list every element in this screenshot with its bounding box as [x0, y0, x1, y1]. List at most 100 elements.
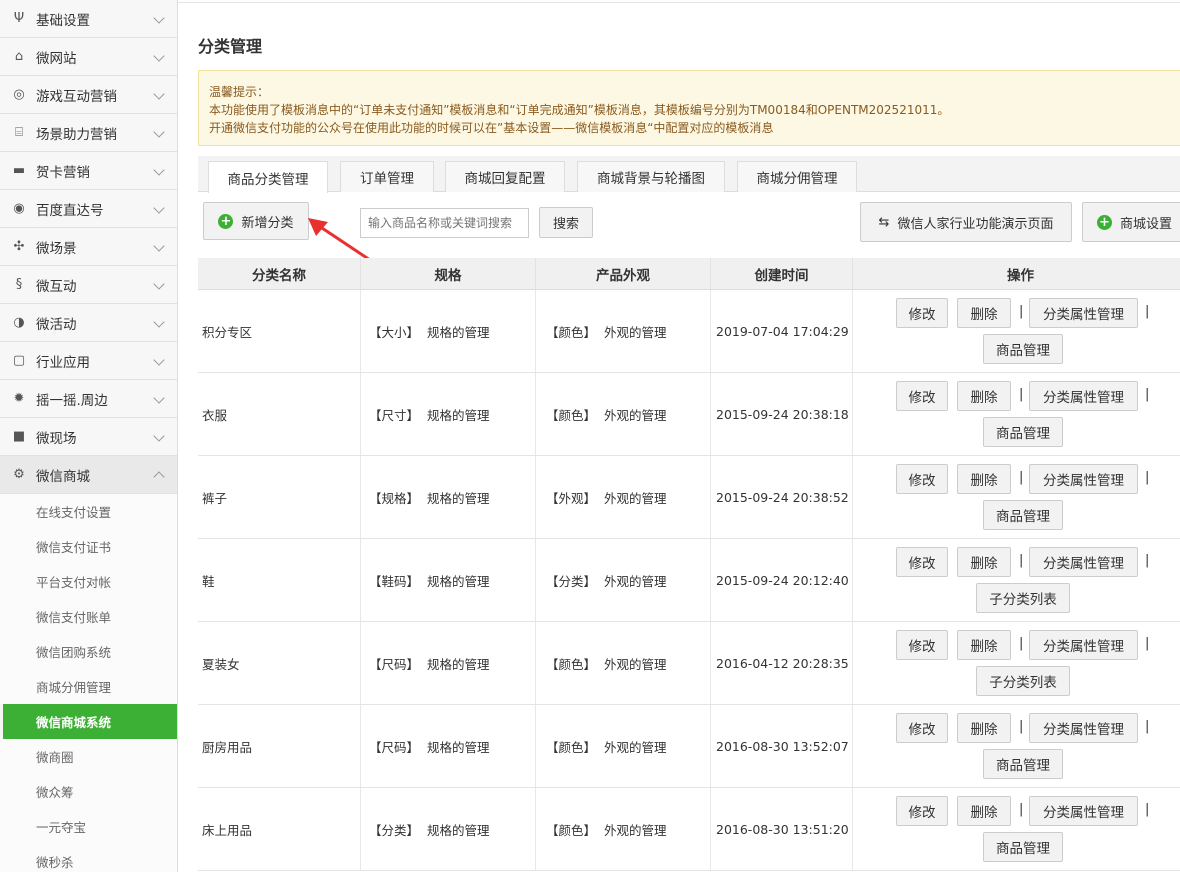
product-management-button[interactable]: 商品管理 — [983, 500, 1063, 530]
attribute-management-button[interactable]: 分类属性管理 — [1029, 713, 1138, 743]
gamepad-icon: ◎ — [13, 87, 25, 102]
header-name: 分类名称 — [198, 258, 361, 289]
tab-category-management[interactable]: 商品分类管理 — [208, 161, 328, 193]
edit-button[interactable]: 修改 — [896, 298, 948, 328]
delete-button[interactable]: 删除 — [957, 796, 1011, 826]
attribute-management-button[interactable]: 分类属性管理 — [1029, 796, 1138, 826]
product-management-button[interactable]: 商品管理 — [983, 749, 1063, 779]
sidebar-item[interactable]: ▬ 贺卡营销 — [0, 152, 177, 190]
chevron-icon — [153, 392, 165, 404]
delete-button[interactable]: 删除 — [957, 630, 1011, 660]
sidebar-subitem[interactable]: 微秒杀 — [0, 844, 177, 872]
sidebar-subitem[interactable]: 微信支付账单 — [0, 599, 177, 634]
cell-created-time: 2016-08-30 13:52:07 — [711, 705, 853, 787]
attribute-management-button[interactable]: 分类属性管理 — [1029, 547, 1138, 577]
cell-created-time-text: 2019-07-04 17:04:29 — [716, 323, 849, 339]
edit-button[interactable]: 修改 — [896, 796, 948, 826]
tab-reply-config[interactable]: 商城回复配置 — [445, 161, 565, 192]
cell-actions: 修改 删除 | 分类属性管理 | 商品管理 — [853, 788, 1180, 870]
product-management-button[interactable]: 商品管理 — [983, 334, 1063, 364]
bank-icon: ⌸ — [15, 125, 23, 140]
table-row: 床上用品 【分类】 规格的管理 【颜色】 外观的管理 2016-08-30 13:51… — [198, 788, 1180, 871]
attribute-management-button[interactable]: 分类属性管理 — [1029, 630, 1138, 660]
sidebar-item[interactable]: ◑ 微活动 — [0, 304, 177, 342]
product-management-button[interactable]: 商品管理 — [983, 832, 1063, 862]
sidebar-item[interactable]: ⚙ 微信商城 — [0, 456, 177, 494]
cell-spec: 【大小】 规格的管理 — [361, 290, 536, 372]
subcategory-list-button[interactable]: 子分类列表 — [976, 583, 1070, 613]
sidebar-item-label: 游戏互动营销 — [36, 88, 117, 105]
interaction-icon: § — [15, 277, 23, 292]
cell-appearance: 【颜色】 外观的管理 — [536, 373, 711, 455]
cell-spec-text: 【大小】 规格的管理 — [369, 324, 490, 340]
cell-appearance-text: 【颜色】 外观的管理 — [546, 407, 667, 423]
cell-created-time-text: 2016-08-30 13:51:20 — [716, 821, 849, 837]
separator: | — [1145, 470, 1150, 485]
delete-button[interactable]: 删除 — [957, 298, 1011, 328]
cell-appearance: 【分类】 外观的管理 — [536, 539, 711, 621]
subcategory-list-button[interactable]: 子分类列表 — [976, 666, 1070, 696]
sidebar-subitem[interactable]: 微信支付证书 — [0, 529, 177, 564]
tab-order-management[interactable]: 订单管理 — [340, 161, 434, 192]
sidebar-item-label: 基础设置 — [36, 12, 90, 29]
notice-box: 温馨提示： 本功能使用了模板消息中的“订单未支付通知”模板消息和“订单完成通知”… — [198, 70, 1180, 146]
delete-button[interactable]: 删除 — [957, 713, 1011, 743]
cell-created-time-text: 2016-08-30 13:52:07 — [716, 738, 849, 754]
sidebar-item[interactable]: ◉ 百度直达号 — [0, 190, 177, 228]
sidebar-item[interactable]: ⌂ 微网站 — [0, 38, 177, 76]
sidebar-subitem[interactable]: 微商圈 — [0, 739, 177, 774]
cell-name: 积分专区 — [198, 290, 361, 372]
cell-name: 衣服 — [198, 373, 361, 455]
sidebar-subitem[interactable]: 微众筹 — [0, 774, 177, 809]
sidebar-item[interactable]: ◎ 游戏互动营销 — [0, 76, 177, 114]
sidebar-subitem[interactable]: 在线支付设置 — [0, 494, 177, 529]
edit-button[interactable]: 修改 — [896, 630, 948, 660]
edit-button[interactable]: 修改 — [896, 464, 948, 494]
attribute-management-button[interactable]: 分类属性管理 — [1029, 464, 1138, 494]
edit-button[interactable]: 修改 — [896, 547, 948, 577]
sidebar-item[interactable]: ✹ 摇一摇.周边 — [0, 380, 177, 418]
cell-created-time: 2015-09-24 20:38:18 — [711, 373, 853, 455]
shop-settings-button[interactable]: + 商城设置 — [1082, 202, 1180, 242]
cell-name-text: 床上用品 — [202, 822, 253, 838]
edit-button[interactable]: 修改 — [896, 381, 948, 411]
sidebar-item-label: 微现场 — [36, 430, 77, 447]
cell-created-time: 2015-09-24 20:38:52 — [711, 456, 853, 538]
table-row: 鞋 【鞋码】 规格的管理 【分类】 外观的管理 2015-09-24 20:12:40… — [198, 539, 1180, 622]
sidebar-item[interactable]: ✣ 微场景 — [0, 228, 177, 266]
cell-spec-text: 【鞋码】 规格的管理 — [369, 573, 490, 589]
sidebar-item[interactable]: Ψ 基础设置 — [0, 0, 177, 38]
sidebar-subitem[interactable]: 微信商城系统 — [3, 704, 177, 739]
sidebar-subitem[interactable]: 一元夺宝 — [0, 809, 177, 844]
cell-name: 裤子 — [198, 456, 361, 538]
search-input[interactable] — [360, 208, 529, 238]
sidebar-item[interactable]: ⌸ 场景助力营销 — [0, 114, 177, 152]
scene-icon: ✣ — [13, 239, 25, 254]
tab-commission-management[interactable]: 商城分佣管理 — [737, 161, 857, 192]
attribute-management-button[interactable]: 分类属性管理 — [1029, 298, 1138, 328]
separator: | — [1145, 304, 1150, 319]
chevron-icon — [153, 471, 165, 483]
product-management-button[interactable]: 商品管理 — [983, 417, 1063, 447]
add-category-button[interactable]: + 新增分类 — [203, 202, 309, 240]
delete-button[interactable]: 删除 — [957, 381, 1011, 411]
card-icon: ▬ — [12, 163, 26, 178]
sidebar-item[interactable]: ■ 微现场 — [0, 418, 177, 456]
header-actions: 操作 — [1007, 267, 1034, 284]
sidebar-subitem[interactable]: 平台支付对帐 — [0, 564, 177, 599]
search-button[interactable]: 搜索 — [539, 207, 593, 238]
category-table: 分类名称 规格 产品外观 创建时间 操作 积分专区 【大小】 规格的管理 【颜色】 … — [198, 258, 1180, 871]
delete-button[interactable]: 删除 — [957, 464, 1011, 494]
demo-page-button[interactable]: ⇆ 微信人家行业功能演示页面 — [860, 202, 1072, 242]
attribute-management-button[interactable]: 分类属性管理 — [1029, 381, 1138, 411]
sidebar-item[interactable]: ▢ 行业应用 — [0, 342, 177, 380]
sidebar-subitem[interactable]: 商城分佣管理 — [0, 669, 177, 704]
tab-background-carousel[interactable]: 商城背景与轮播图 — [577, 161, 725, 192]
sidebar-subitem[interactable]: 微信团购系统 — [0, 634, 177, 669]
chevron-icon — [153, 202, 165, 214]
edit-button[interactable]: 修改 — [896, 713, 948, 743]
sidebar-item[interactable]: § 微互动 — [0, 266, 177, 304]
separator: | — [1145, 636, 1150, 651]
cell-spec-text: 【规格】 规格的管理 — [369, 490, 490, 506]
delete-button[interactable]: 删除 — [957, 547, 1011, 577]
